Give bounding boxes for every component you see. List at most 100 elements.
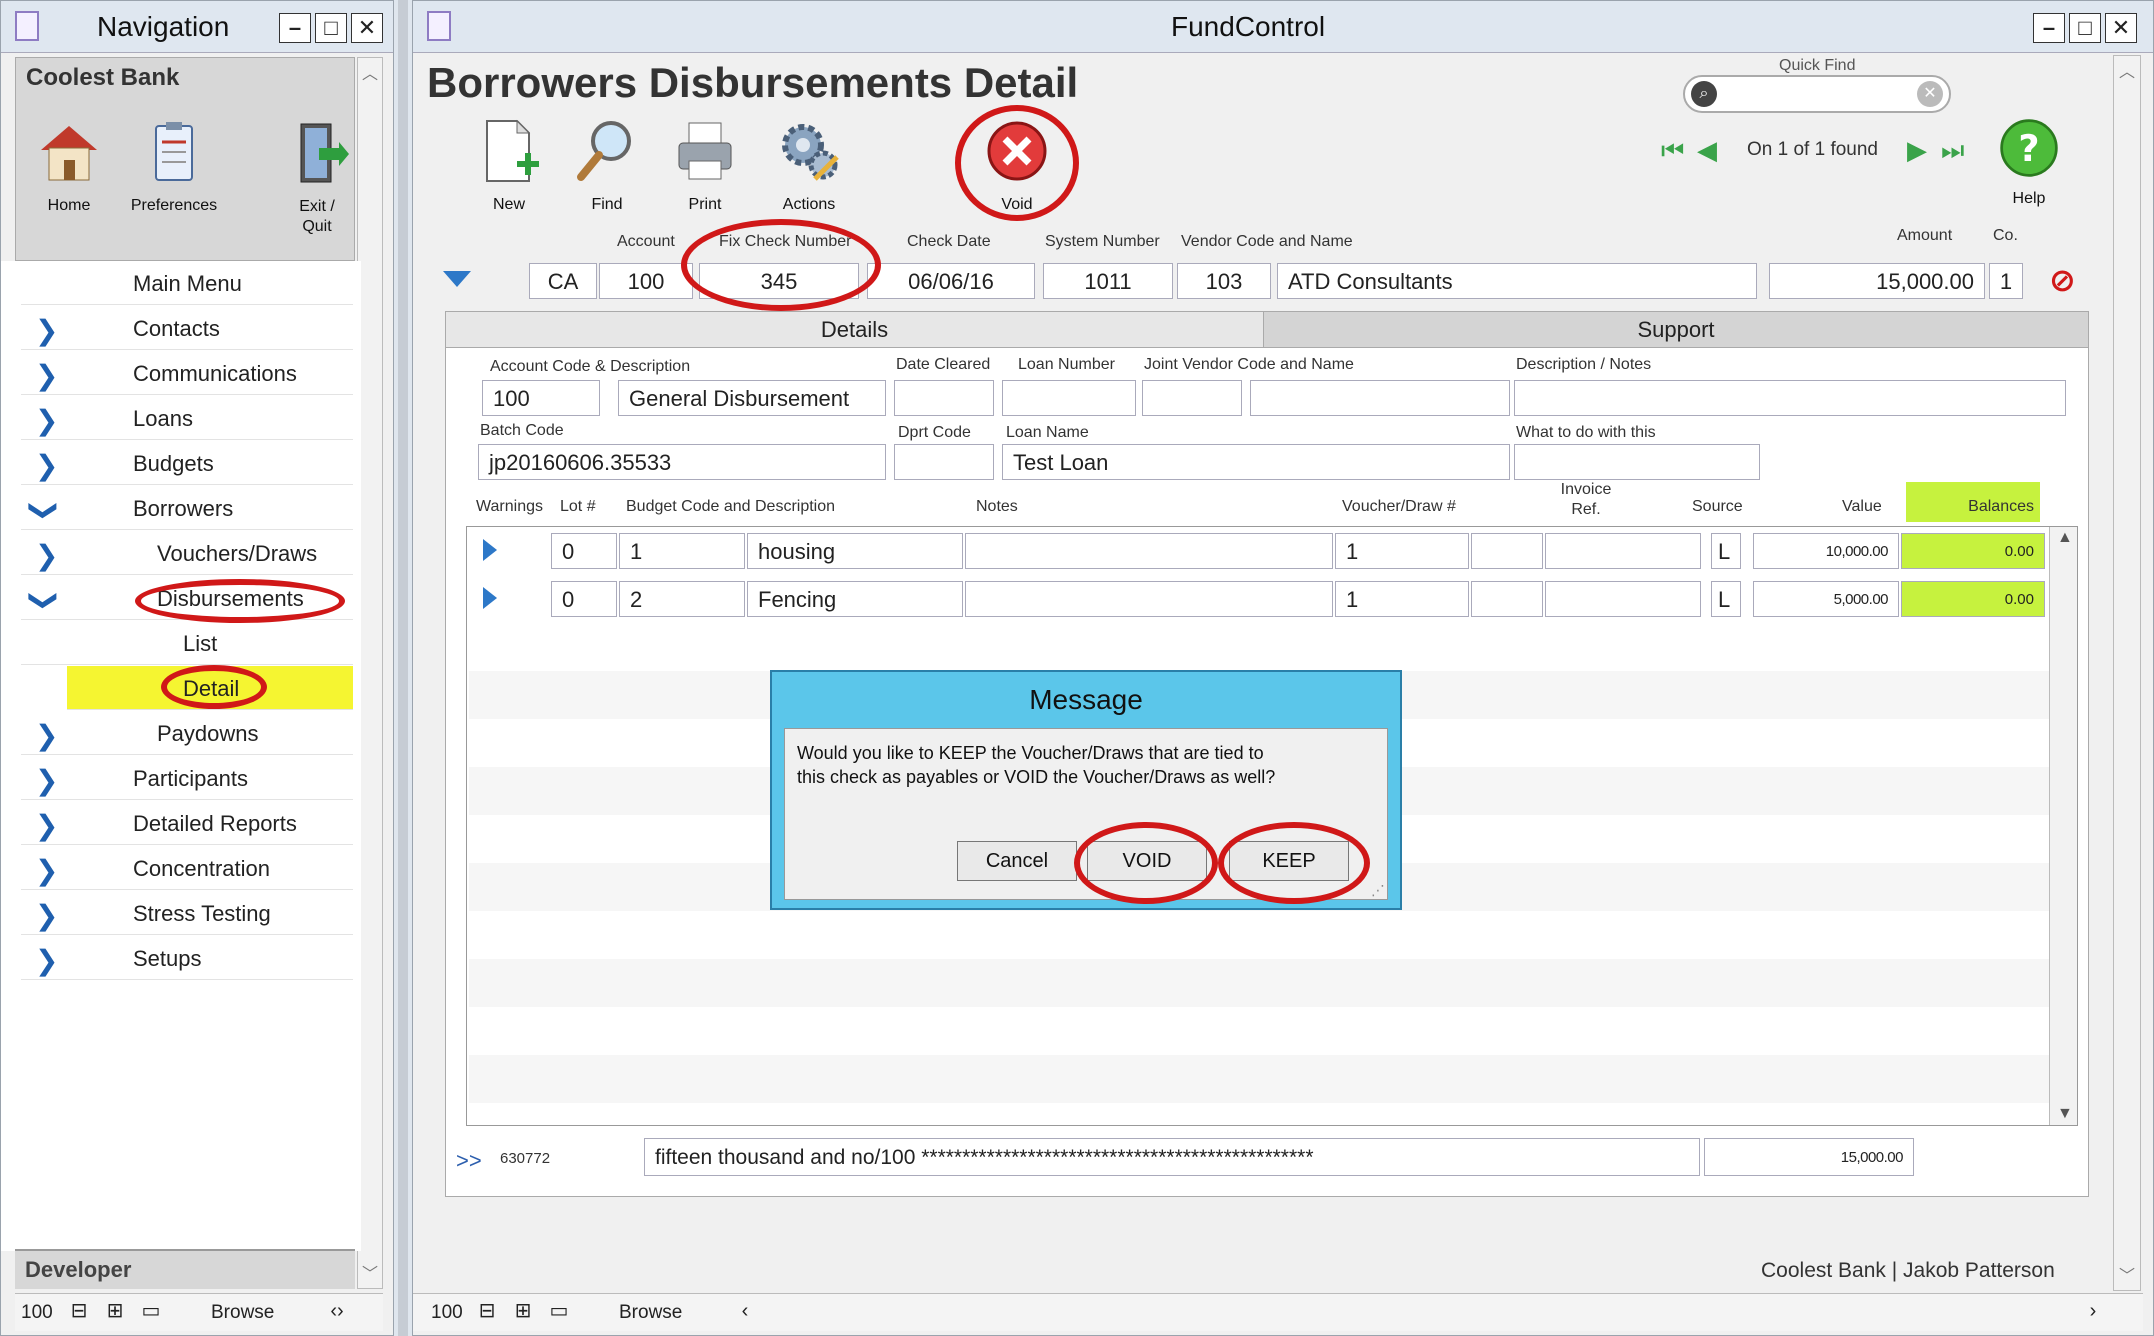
invoice-cell-a[interactable] [1471,581,1543,617]
notes-cell[interactable] [965,533,1333,569]
quick-find-input[interactable]: ⌕ ✕ [1683,75,1951,113]
close-button[interactable]: ✕ [351,13,383,43]
help-button[interactable]: ? Help [1991,117,2067,208]
nav-stress-testing[interactable]: ❯ Stress Testing [21,891,353,935]
scroll-up-arrow-icon[interactable]: ︿ [2119,58,2135,82]
nav-concentration[interactable]: ❯ Concentration [21,846,353,890]
budget-description-cell[interactable]: housing [747,533,963,569]
cancel-button[interactable]: Cancel [957,841,1077,881]
type-field[interactable]: CA [529,263,597,299]
scroll-down-arrow-icon[interactable]: ﹀ [362,1260,378,1284]
nav-communications[interactable]: ❯ Communications [21,351,353,395]
voucher-cell[interactable]: 1 [1335,533,1469,569]
mode-label[interactable]: Browse [211,1302,274,1324]
print-button[interactable]: Print [665,117,745,214]
loan-name-field[interactable]: Test Loan [1002,444,1510,480]
minimize-button[interactable]: – [279,13,311,43]
row-expand-triangle-icon[interactable] [483,539,497,561]
scroll-left-icon[interactable]: ‹ [731,1298,759,1326]
source-cell[interactable]: L [1711,581,1741,617]
batch-code-field[interactable]: jp20160606.35533 [478,444,886,480]
toggle-toolbar-button[interactable]: ▭ [545,1298,573,1326]
joint-vendor-code-field[interactable] [1142,380,1242,416]
notes-cell[interactable] [965,581,1333,617]
row-expand-triangle-icon[interactable] [483,587,497,609]
amount-field[interactable]: 15,000.00 [1769,263,1985,299]
tab-details[interactable]: Details [446,312,1264,348]
budget-code-cell[interactable]: 2 [619,581,745,617]
invoice-cell-b[interactable] [1545,581,1701,617]
dprt-code-field[interactable] [894,444,994,480]
source-cell[interactable]: L [1711,533,1741,569]
cancel-void-icon[interactable]: ⊘ [2049,261,2076,299]
next-record-icon[interactable]: ▶ [1907,135,1927,166]
voucher-cell[interactable]: 1 [1335,581,1469,617]
zoom-out-button[interactable]: ⊟ [65,1298,93,1326]
resize-grip-icon[interactable]: ⋰ [1371,882,1385,899]
nav-vouchers-draws[interactable]: ❯ Vouchers/Draws [21,531,353,575]
nav-detailed-reports[interactable]: ❯ Detailed Reports [21,801,353,845]
nav-list[interactable]: List [21,621,353,665]
zoom-out-button[interactable]: ⊟ [473,1298,501,1326]
description-notes-field[interactable] [1514,380,2066,416]
invoice-cell-b[interactable] [1545,533,1701,569]
toggle-toolbar-button[interactable]: ▭ [137,1298,165,1326]
lot-cell[interactable]: 0 [551,533,617,569]
portal-scrollbar[interactable]: ▲ ▼ [2049,527,2077,1125]
minimize-button[interactable]: – [2033,13,2065,43]
nav-loans[interactable]: ❯ Loans [21,396,353,440]
scroll-right-icon[interactable]: › [2079,1298,2107,1326]
close-button[interactable]: ✕ [2105,13,2137,43]
home-button[interactable]: Home [32,118,106,215]
date-cleared-field[interactable] [894,380,994,416]
nav-paydowns[interactable]: ❯ Paydowns [21,711,353,755]
footer-arrows[interactable]: >> [456,1148,482,1174]
what-to-do-field[interactable] [1514,444,1760,480]
maximize-button[interactable]: □ [315,13,347,43]
account-field[interactable]: 100 [599,263,693,299]
actions-button[interactable]: Actions [761,117,857,214]
scroll-down-arrow-icon[interactable]: ﹀ [2119,1262,2135,1286]
main-scrollbar[interactable]: ︿ ﹀ [2113,55,2141,1291]
tab-support[interactable]: Support [1264,312,2088,348]
scroll-down-arrow-icon[interactable]: ▼ [2057,1105,2073,1123]
account-description-field[interactable]: General Disbursement [618,380,886,416]
scroll-up-arrow-icon[interactable]: ︿ [362,60,378,84]
find-button[interactable]: Find [567,117,647,214]
maximize-button[interactable]: □ [2069,13,2101,43]
exit-quit-button[interactable]: Exit / Quit [282,118,352,237]
preferences-button[interactable]: Preferences [124,118,224,215]
system-number-field[interactable]: 1011 [1043,263,1173,299]
vendor-code-field[interactable]: 103 [1177,263,1271,299]
check-date-field[interactable]: 06/06/16 [867,263,1035,299]
nav-main-menu[interactable]: Main Menu [21,261,353,305]
mode-label[interactable]: Browse [619,1302,682,1324]
account-code-field[interactable]: 100 [482,380,600,416]
lot-cell[interactable]: 0 [551,581,617,617]
value-cell[interactable]: 10,000.00 [1753,533,1899,569]
value-cell[interactable]: 5,000.00 [1753,581,1899,617]
budget-code-cell[interactable]: 1 [619,533,745,569]
nav-budgets[interactable]: ❯ Budgets [21,441,353,485]
zoom-in-button[interactable]: ⊞ [509,1298,537,1326]
vendor-name-field[interactable]: ATD Consultants [1277,263,1757,299]
nav-setups[interactable]: ❯ Setups [21,936,353,980]
balance-cell[interactable]: 0.00 [1901,533,2045,569]
expand-triangle-icon[interactable] [443,271,471,287]
scroll-left-right-icon[interactable]: ‹› [323,1298,351,1326]
scroll-up-arrow-icon[interactable]: ▲ [2057,529,2073,547]
new-button[interactable]: New [469,117,549,214]
joint-vendor-name-field[interactable] [1250,380,1510,416]
budget-description-cell[interactable]: Fencing [747,581,963,617]
balance-cell[interactable]: 0.00 [1901,581,2045,617]
co-field[interactable]: 1 [1989,263,2023,299]
previous-record-icon[interactable]: ◀ [1697,135,1717,166]
zoom-level[interactable]: 100 [21,1302,53,1324]
first-record-icon[interactable]: ⏮ [1661,135,1684,167]
last-record-icon[interactable]: ⏭ [1941,135,1964,167]
zoom-in-button[interactable]: ⊞ [101,1298,129,1326]
invoice-cell-a[interactable] [1471,533,1543,569]
nav-contacts[interactable]: ❯ Contacts [21,306,353,350]
nav-borrowers[interactable]: ❯ Borrowers [21,486,353,530]
clear-search-icon[interactable]: ✕ [1917,81,1943,107]
